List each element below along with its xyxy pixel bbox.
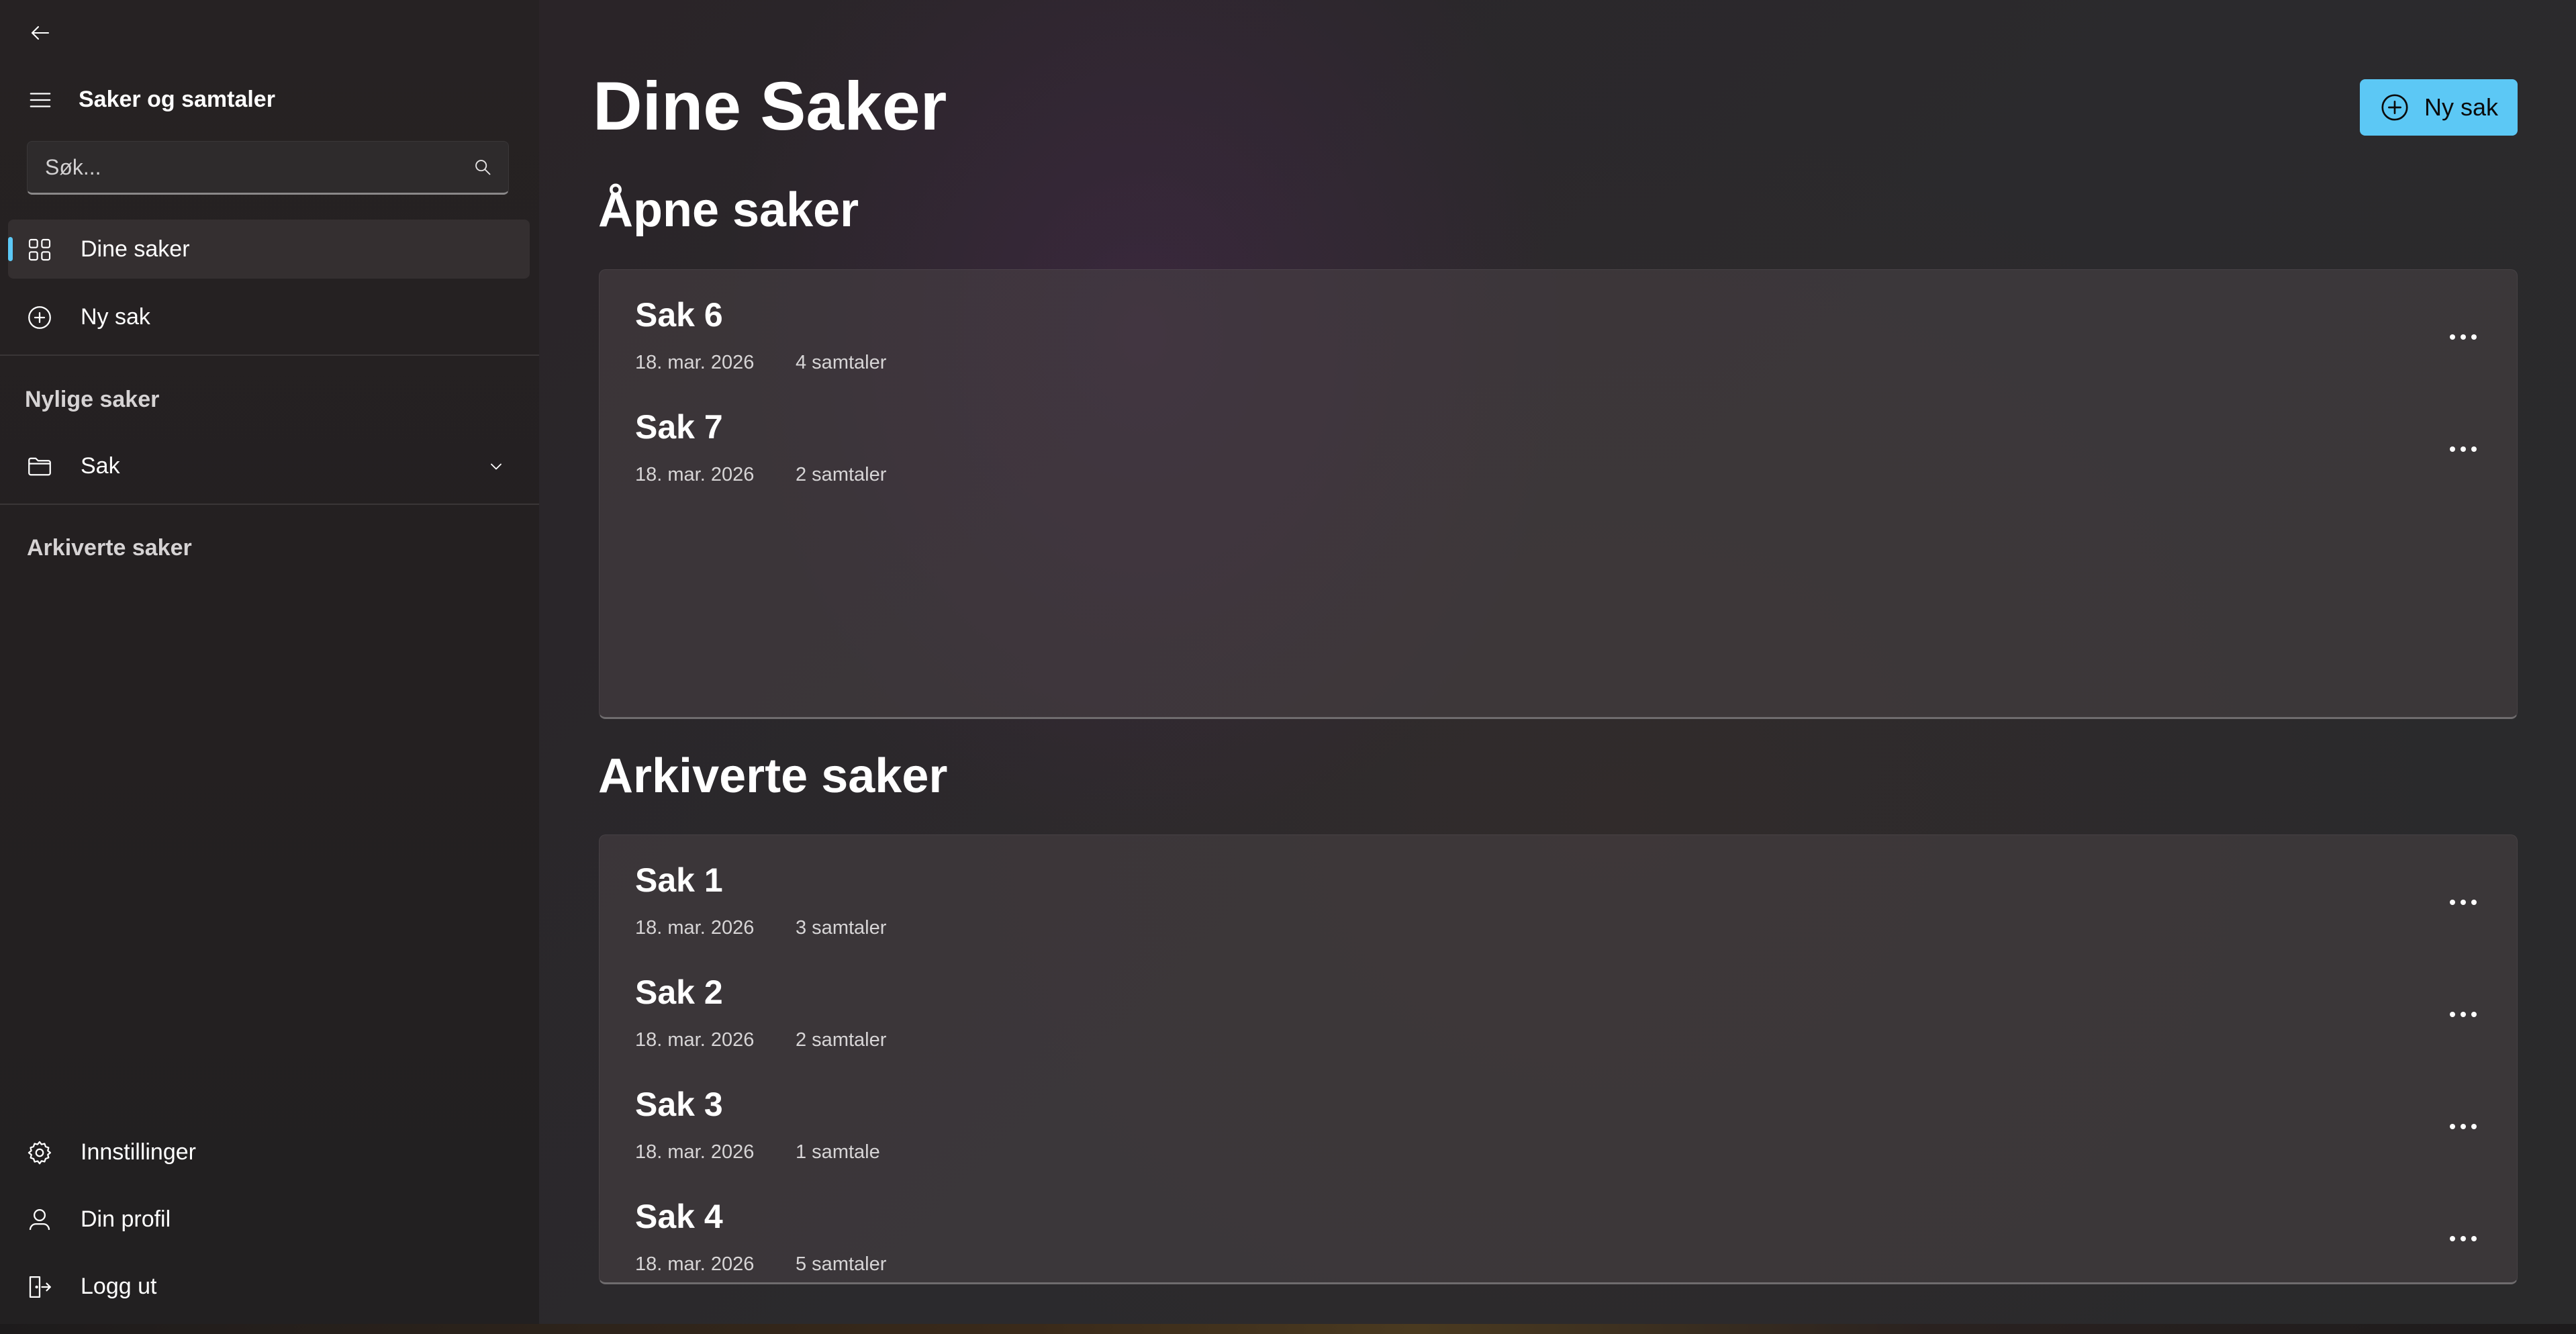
selection-indicator (8, 237, 13, 261)
search-box[interactable] (27, 141, 509, 195)
more-horizontal-icon (2450, 334, 2477, 340)
nav-label: Din profil (81, 1206, 171, 1232)
list-item[interactable]: Sak 2 18. mar. 2026 2 samtaler (600, 947, 2517, 1059)
open-cases-heading: Åpne saker (598, 183, 859, 237)
case-date: 18. mar. 2026 (635, 917, 755, 939)
nav-item-dine-saker[interactable]: Dine saker (8, 220, 530, 279)
new-case-button-label: Ny sak (2424, 93, 2499, 121)
archived-cases-heading: Arkiverte saker (598, 749, 948, 803)
case-conversation-count: 2 samtaler (796, 1029, 887, 1051)
more-horizontal-icon (2450, 900, 2477, 905)
more-horizontal-icon (2450, 446, 2477, 452)
list-item[interactable]: Sak 3 18. mar. 2026 1 samtale (600, 1059, 2517, 1172)
search-button[interactable] (457, 142, 508, 193)
more-options-button[interactable] (2443, 429, 2483, 469)
more-options-button[interactable] (2443, 317, 2483, 357)
nav-item-settings[interactable]: Innstillinger (8, 1123, 530, 1182)
nav-label: Innstillinger (81, 1139, 196, 1165)
case-name: Sak 3 (635, 1086, 723, 1123)
case-date: 18. mar. 2026 (635, 1029, 755, 1051)
folder-icon (26, 452, 54, 481)
gear-icon (26, 1139, 54, 1167)
back-button[interactable] (20, 15, 60, 51)
sidebar: Saker og samtaler Dine saker (0, 0, 539, 1324)
chevron-down-icon[interactable] (485, 455, 508, 478)
archived-cases-link[interactable]: Arkiverte saker (27, 535, 192, 561)
divider (0, 354, 539, 356)
case-date: 18. mar. 2026 (635, 352, 755, 373)
app-title: Saker og samtaler (79, 87, 275, 112)
plus-circle-icon (2379, 91, 2411, 124)
search-icon (475, 160, 491, 175)
case-conversation-count: 4 samtaler (796, 352, 887, 373)
case-conversation-count: 1 samtale (796, 1141, 880, 1163)
case-name: Sak 7 (635, 408, 723, 446)
more-options-button[interactable] (2443, 1106, 2483, 1147)
grid-icon (26, 236, 54, 264)
list-item[interactable]: Sak 7 18. mar. 2026 2 samtaler (600, 382, 2517, 494)
nav-item-profile[interactable]: Din profil (8, 1190, 530, 1249)
nav-label: Dine saker (81, 236, 190, 262)
case-conversation-count: 2 samtaler (796, 464, 887, 485)
divider (0, 504, 539, 505)
nav-label: Sak (81, 452, 120, 479)
nav-item-logout[interactable]: Logg ut (8, 1257, 530, 1316)
arrow-left-icon (31, 26, 50, 40)
recent-cases-heading: Nylige saker (25, 387, 160, 412)
case-name: Sak 4 (635, 1198, 723, 1235)
page-title: Dine Saker (593, 68, 947, 144)
case-conversation-count: 3 samtaler (796, 917, 887, 939)
nav-item-sak-folder[interactable]: Sak (8, 436, 530, 495)
sign-out-icon (26, 1273, 54, 1301)
person-icon (26, 1206, 54, 1234)
archived-cases-list: Sak 1 18. mar. 2026 3 samtaler Sak 2 18.… (599, 835, 2518, 1284)
nav-label: Ny sak (81, 303, 150, 330)
case-date: 18. mar. 2026 (635, 464, 755, 485)
list-item[interactable]: Sak 6 18. mar. 2026 4 samtaler (600, 270, 2517, 382)
open-cases-list: Sak 6 18. mar. 2026 4 samtaler Sak 7 18.… (599, 269, 2518, 719)
app-window: Saker og samtaler Dine saker (0, 0, 2576, 1334)
nav-item-ny-sak[interactable]: Ny sak (8, 287, 530, 346)
case-name: Sak 1 (635, 861, 723, 899)
more-options-button[interactable] (2443, 994, 2483, 1035)
search-input[interactable] (28, 142, 457, 193)
more-horizontal-icon (2450, 1124, 2477, 1129)
more-options-button[interactable] (2443, 882, 2483, 922)
main-content: Dine Saker Ny sak Åpne saker Sak 6 18. m… (539, 0, 2576, 1324)
taskbar-edge (0, 1324, 2576, 1334)
case-name: Sak 2 (635, 973, 723, 1011)
plus-circle-icon (26, 303, 54, 332)
case-name: Sak 6 (635, 296, 723, 334)
list-item[interactable]: Sak 4 18. mar. 2026 5 samtaler (600, 1172, 2517, 1284)
case-conversation-count: 5 samtaler (796, 1253, 887, 1275)
list-item[interactable]: Sak 1 18. mar. 2026 3 samtaler (600, 835, 2517, 947)
more-options-button[interactable] (2443, 1219, 2483, 1259)
more-horizontal-icon (2450, 1236, 2477, 1241)
menu-toggle-button[interactable] (20, 82, 60, 118)
new-case-button[interactable]: Ny sak (2360, 79, 2518, 136)
more-horizontal-icon (2450, 1012, 2477, 1017)
hamburger-icon (30, 93, 51, 107)
nav-label: Logg ut (81, 1273, 157, 1299)
case-date: 18. mar. 2026 (635, 1141, 755, 1163)
case-date: 18. mar. 2026 (635, 1253, 755, 1275)
